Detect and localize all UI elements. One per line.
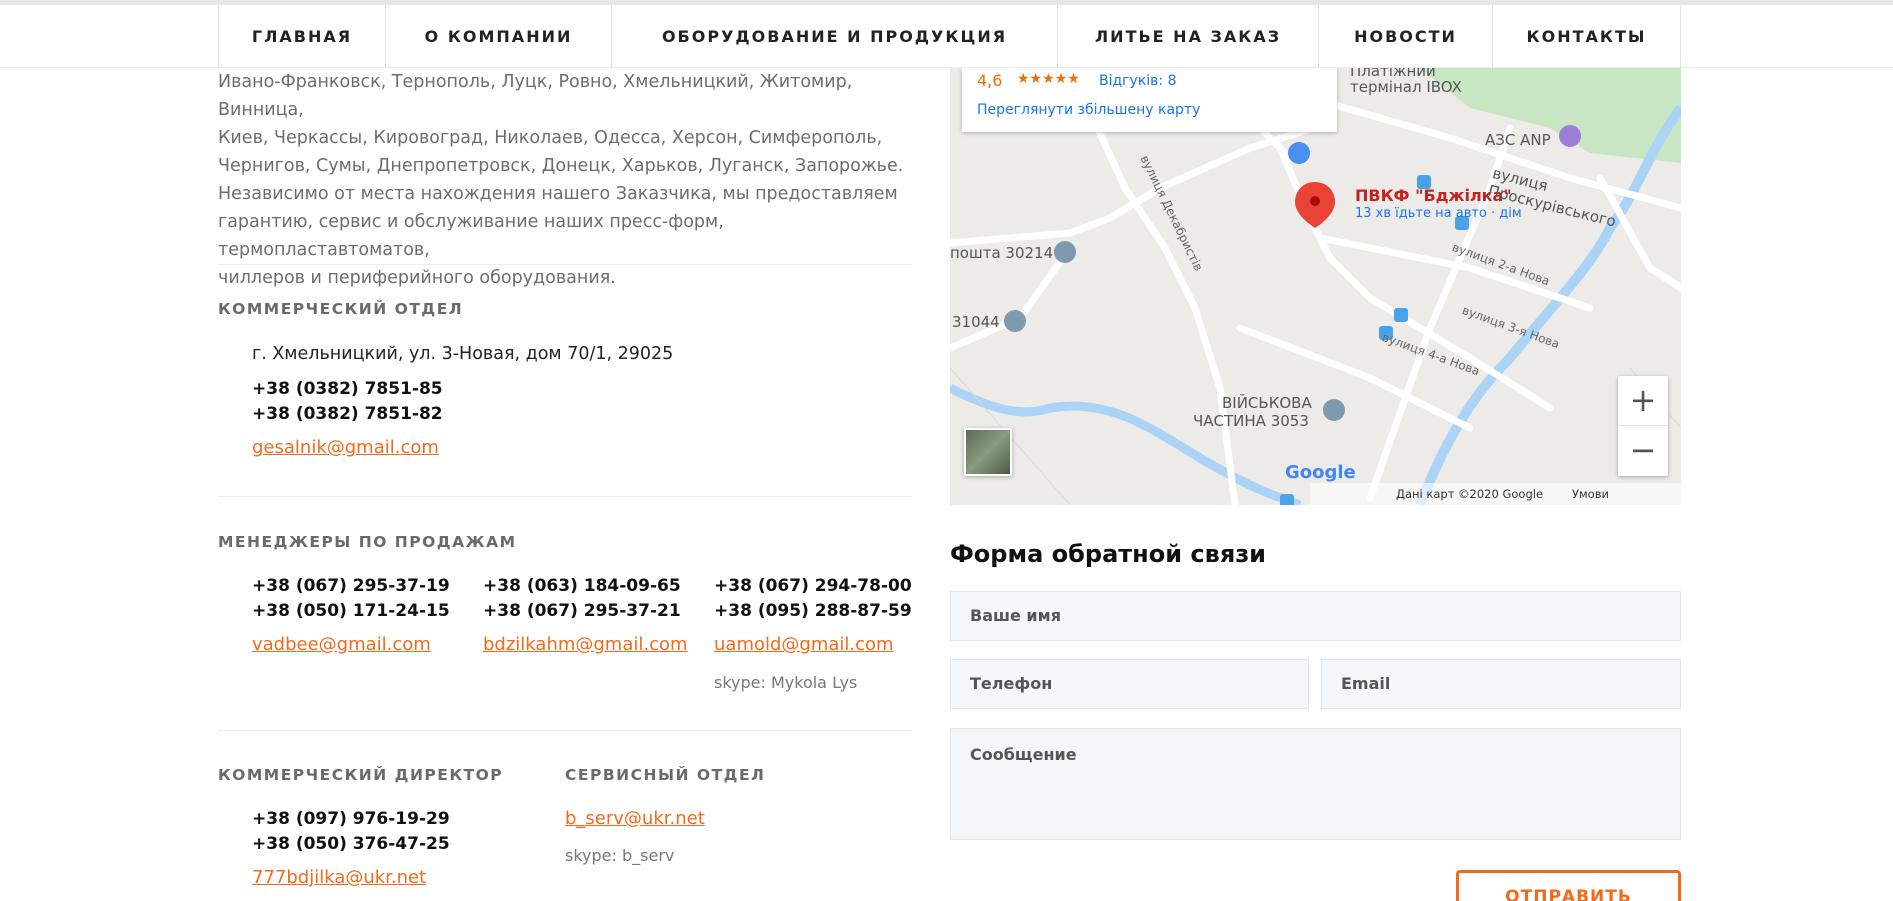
satellite-toggle-button[interactable] — [964, 428, 1012, 476]
shop-icon — [1288, 142, 1310, 164]
director-phone-2[interactable]: +38 (050) 376-47-25 — [252, 832, 450, 857]
commercial-phone-1[interactable]: +38 (0382) 7851-85 — [252, 377, 443, 402]
nav-item-casting[interactable]: ЛИТЬЕ НА ЗАКАЗ — [1058, 5, 1319, 68]
manager-3-phone-1[interactable]: +38 (067) 294-78-00 — [714, 574, 912, 599]
map-footer: Дані карт ©2020 Google Умови використанн… — [1310, 483, 1681, 505]
commercial-address: г. Хмельницкий, ул. 3-Новая, дом 70/1, 2… — [252, 344, 674, 364]
zoom-in-button[interactable]: + — [1618, 376, 1668, 426]
commercial-title: КОММЕРЧЕСКИЙ ОТДЕЛ — [218, 300, 464, 318]
nav-item-news[interactable]: НОВОСТИ — [1319, 5, 1493, 68]
place-subtitle: 13 хв їдьте на авто · дім — [1355, 206, 1522, 221]
feedback-form-title: Форма обратной связи — [950, 540, 1266, 568]
intro-line: Независимо от места нахождения нашего За… — [218, 184, 898, 204]
nav-menu: ГЛАВНАЯ О КОМПАНИИ ОБОРУДОВАНИЕ И ПРОДУК… — [218, 5, 1681, 68]
manager-2-phone-2[interactable]: +38 (067) 295-37-21 — [483, 599, 681, 624]
zoom-controls: + − — [1618, 376, 1668, 476]
main-navigation: ГЛАВНАЯ О КОМПАНИИ ОБОРУДОВАНИЕ И ПРОДУК… — [0, 5, 1893, 68]
divider — [218, 496, 912, 497]
map-label: ЧАСТИНА 3053 — [1193, 412, 1309, 430]
nav-item-equipment[interactable]: ОБОРУДОВАНИЕ И ПРОДУКЦИЯ — [612, 5, 1058, 68]
manager-2-email-link[interactable]: bdzilkahm@gmail.com — [483, 634, 688, 655]
manager-3-skype: skype: Mykola Lys — [714, 673, 858, 692]
bus-stop-icon — [1394, 308, 1408, 322]
intro-line: Киев, Черкассы, Кировоград, Николаев, Од… — [218, 128, 883, 148]
intro-text: Ивано-Франковск, Тернополь, Луцк, Ровно,… — [218, 68, 912, 292]
map-label: ВІЙСЬКОВА — [1222, 394, 1312, 412]
google-map[interactable]: 4,6 ★★★★★ Відгуків: 8 Переглянути збільш… — [950, 68, 1681, 505]
director-email-link[interactable]: 777bdjilka@ukr.net — [252, 867, 426, 888]
map-label: пошта 30214 — [950, 244, 1054, 262]
intro-line: Чернигов, Сумы, Днепропетровск, Донецк, … — [218, 156, 904, 176]
manager-3-email-link[interactable]: uamold@gmail.com — [714, 634, 894, 655]
managers-title: МЕНЕДЖЕРЫ ПО ПРОДАЖАМ — [218, 533, 517, 551]
service-title: СЕРВИСНЫЙ ОТДЕЛ — [565, 766, 766, 784]
service-email-link[interactable]: b_serv@ukr.net — [565, 808, 705, 829]
director-title: КОММЕРЧЕСКИЙ ДИРЕКТОР — [218, 766, 504, 784]
nav-item-contacts[interactable]: КОНТАКТЫ — [1493, 5, 1681, 68]
manager-1-phone-1[interactable]: +38 (067) 295-37-19 — [252, 574, 450, 599]
zoom-out-button[interactable]: − — [1618, 426, 1668, 476]
commercial-email-link[interactable]: gesalnik@gmail.com — [252, 437, 439, 458]
nav-item-about[interactable]: О КОМПАНИИ — [386, 5, 612, 68]
reviews-link[interactable]: Відгуків: 8 — [1099, 73, 1177, 89]
manager-1-email-link[interactable]: vadbee@gmail.com — [252, 634, 431, 655]
commercial-phone-2[interactable]: +38 (0382) 7851-82 — [252, 402, 443, 427]
divider — [218, 264, 912, 265]
director-phone-1[interactable]: +38 (097) 976-19-29 — [252, 807, 450, 832]
nav-item-home[interactable]: ГЛАВНАЯ — [219, 5, 386, 68]
message-field[interactable]: Сообщение — [950, 728, 1681, 840]
bus-stop-icon — [1280, 494, 1294, 505]
map-label: 31044 — [952, 313, 1000, 331]
manager-2-phone-1[interactable]: +38 (063) 184-09-65 — [483, 574, 681, 599]
fuel-station-icon — [1559, 125, 1581, 147]
divider — [218, 730, 912, 731]
manager-3-phone-2[interactable]: +38 (095) 288-87-59 — [714, 599, 912, 624]
email-field[interactable]: Email — [1321, 659, 1681, 709]
map-label: термінал IBOX — [1350, 78, 1462, 96]
map-canvas[interactable] — [950, 68, 1681, 505]
submit-button[interactable]: ОТПРАВИТЬ — [1456, 870, 1681, 901]
post-office-icon — [1004, 310, 1026, 332]
intro-line: чиллеров и периферийного оборудования. — [218, 268, 616, 288]
contacts-column: Ивано-Франковск, Тернополь, Луцк, Ровно,… — [218, 68, 912, 292]
military-unit-icon — [1323, 399, 1345, 421]
manager-1-phone-2[interactable]: +38 (050) 171-24-15 — [252, 599, 450, 624]
map-data-credit: Дані карт ©2020 Google — [1396, 487, 1544, 501]
map-label: АЗС ANP — [1485, 131, 1551, 149]
post-office-icon — [1054, 241, 1076, 263]
map-info-card: 4,6 ★★★★★ Відгуків: 8 Переглянути збільш… — [962, 68, 1337, 132]
intro-line: гарантию, сервис и обслуживание наших пр… — [218, 212, 724, 260]
name-field[interactable]: Ваше имя — [950, 591, 1681, 641]
rating-stars-icon: ★★★★★ — [1017, 71, 1080, 87]
map-terms-link[interactable]: Умови використання — [1572, 487, 1681, 505]
phone-field[interactable]: Телефон — [950, 659, 1309, 709]
google-logo: Google — [1285, 462, 1356, 483]
rating-value: 4,6 — [977, 71, 1003, 90]
intro-line: Ивано-Франковск, Тернополь, Луцк, Ровно,… — [218, 72, 853, 120]
service-skype: skype: b_serv — [565, 846, 675, 865]
view-larger-map-link[interactable]: Переглянути збільшену карту — [977, 102, 1200, 118]
